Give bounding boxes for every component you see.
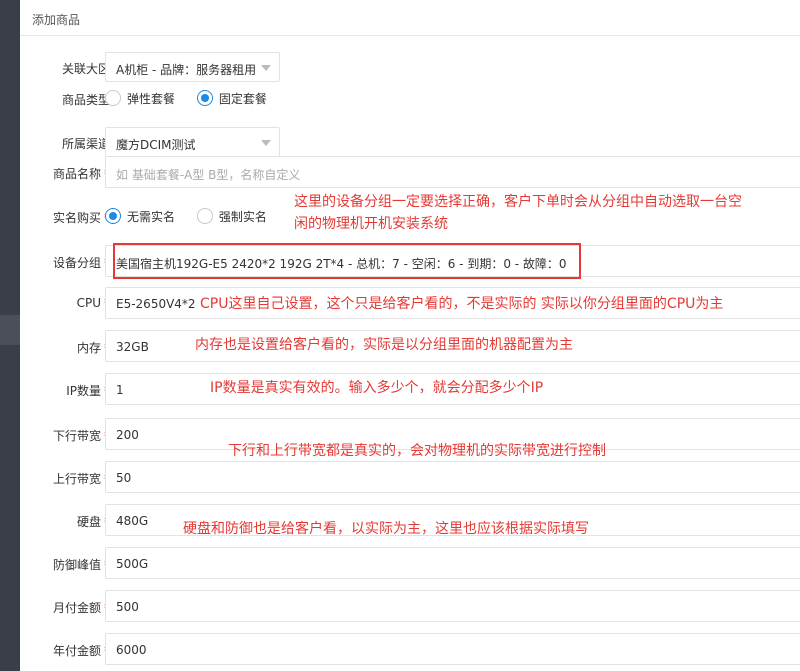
product-name-input[interactable]: 如 基础套餐-A型 B型，名称自定义 [105,156,800,188]
monthly-label: 月付金额* [52,601,110,615]
yearly-value: 6000 [116,643,147,657]
uplink-row: 上行带宽* 50 [20,461,800,493]
monthly-value: 500 [116,600,139,614]
annotation-memory: 内存也是设置给客户看的，实际是以分组里面的机器配置为主 [195,337,573,353]
channel-select[interactable]: 魔方DCIM测试 [105,127,280,157]
panel-header: 添加商品 [20,0,800,36]
chevron-down-icon [261,65,271,71]
channel-select-value: 魔方DCIM测试 [116,138,196,152]
radio-dot [196,208,213,224]
realname-label: 实名购买* [52,211,110,225]
radio-dot [105,90,121,106]
cpu-value: E5-2650V4*2 [116,297,196,311]
region-select-value: A机柜 - 品牌：服务器租用 [116,63,257,77]
disk-value: 480G [116,514,149,528]
product-name-row: 商品名称* 如 基础套餐-A型 B型，名称自定义 [20,156,800,188]
region-select[interactable]: A机柜 - 品牌：服务器租用 [105,52,280,82]
product-type-row: 商品类型 弹性套餐 固定套餐 [20,89,800,109]
radio-label: 弹性套餐 [127,92,176,106]
monthly-row: 月付金额* 500 [20,590,800,622]
channel-row: 所属渠道 魔方DCIM测试 [20,127,800,157]
yearly-label: 年付金额* [52,644,110,658]
realname-radios: 无需实名 强制实名 [105,208,285,226]
radio-label: 无需实名 [127,210,176,224]
radio-fixed-package[interactable]: 固定套餐 [196,90,267,108]
channel-label: 所属渠道 [61,137,110,151]
downlink-label: 下行带宽* [52,429,110,443]
product-name-placeholder: 如 基础套餐-A型 B型，名称自定义 [116,168,301,182]
annotation-disk: 硬盘和防御也是给客户看，以实际为主，这里也应该根据实际填写 [183,521,589,537]
highlight-box [113,243,581,279]
defense-input[interactable]: 500G [105,547,800,579]
uplink-label: 上行带宽* [52,472,110,486]
add-product-panel: 添加商品 关联大区 A机柜 - 品牌：服务器租用 商品类型 弹性套餐 固定套餐 … [20,0,800,671]
annotation-ip: IP数量是真实有效的。输入多少个，就会分配多少个IP [210,380,544,396]
yearly-input[interactable]: 6000 [105,633,800,665]
radio-dot [105,208,121,224]
radio-dot [196,90,213,106]
ip-count-label: IP数量* [66,384,110,398]
downlink-value: 200 [116,428,139,442]
radio-label: 强制实名 [218,210,267,224]
radio-no-realname[interactable]: 无需实名 [105,208,175,226]
radio-elastic-package[interactable]: 弹性套餐 [105,90,175,108]
region-row: 关联大区 A机柜 - 品牌：服务器租用 [20,52,800,82]
region-label: 关联大区 [61,62,110,76]
defense-value: 500G [116,557,149,571]
defense-row: 防御峰值* 500G [20,547,800,579]
yearly-row: 年付金额* 6000 [20,633,800,665]
annotation-device-group-line2: 闲的物理机开机安装系统 [294,216,448,232]
panel-title: 添加商品 [32,13,81,27]
device-group-label: 设备分组* [52,256,110,270]
product-name-label: 商品名称* [52,167,110,181]
radio-label: 固定套餐 [218,92,267,106]
uplink-input[interactable]: 50 [105,461,800,493]
memory-value: 32GB [116,340,149,354]
annotation-device-group-line1: 这里的设备分组一定要选择正确，客户下单时会从分组中自动选取一台空 [294,194,742,210]
product-type-radios: 弹性套餐 固定套餐 [105,90,285,108]
product-type-label: 商品类型 [61,93,110,107]
monthly-input[interactable]: 500 [105,590,800,622]
radio-force-realname[interactable]: 强制实名 [196,208,267,226]
annotation-bandwidth: 下行和上行带宽都是真实的，会对物理机的实际带宽进行控制 [228,443,606,459]
chevron-down-icon [261,140,271,146]
defense-label: 防御峰值* [52,558,110,572]
ip-count-value: 1 [116,383,124,397]
uplink-value: 50 [116,471,132,485]
background-band [0,315,20,345]
annotation-cpu: CPU这里自己设置，这个只是给客户看的，不是实际的 实际以你分组里面的CPU为主 [200,296,724,312]
